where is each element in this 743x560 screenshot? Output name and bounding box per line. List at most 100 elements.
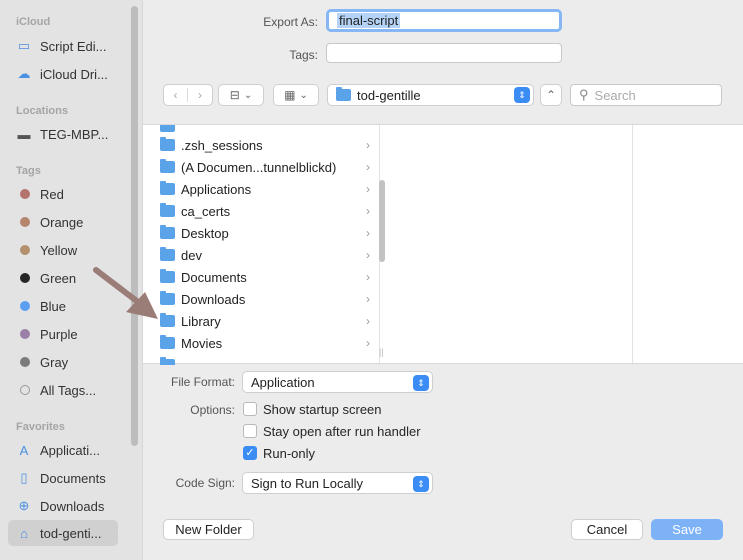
chevron-right-icon: › — [366, 182, 370, 196]
folder-icon — [160, 225, 175, 239]
export-as-field[interactable]: final-script — [326, 9, 562, 32]
chevron-right-icon: › — [366, 248, 370, 262]
list-item[interactable]: dev › — [160, 244, 370, 266]
run-only-label: Run-only — [263, 446, 316, 461]
list-item[interactable]: Documents › — [160, 266, 370, 288]
sidebar-tag-yellow[interactable]: Yellow — [16, 239, 131, 261]
code-sign-value: Sign to Run Locally — [251, 475, 364, 491]
sidebar-item-mac[interactable]: ▬ TEG-MBP... — [16, 123, 131, 145]
sidebar-tag-gray[interactable]: Gray — [16, 351, 131, 373]
folder-icon — [160, 335, 175, 349]
chevron-right-icon: › — [366, 314, 370, 328]
save-dialog: Export As: final-script Tags: ‹ › ⊟ ⌄ ▦ … — [143, 0, 743, 560]
sidebar-section-locations: Locations — [16, 105, 68, 117]
show-startup-label: Show startup screen — [263, 402, 382, 417]
tag-dot-icon — [20, 385, 30, 395]
file-name: (A Documen...tunnelblickd) — [181, 159, 337, 175]
forward-icon[interactable]: › — [188, 88, 212, 102]
sidebar-tag-all[interactable]: All Tags... — [16, 379, 131, 401]
chevron-right-icon: › — [366, 160, 370, 174]
checkmark-icon: ✓ — [245, 446, 255, 459]
chevron-down-icon: ⌄ — [243, 89, 253, 101]
preview-column — [381, 125, 633, 365]
sidebar-item-label: Downloads — [40, 498, 105, 514]
chevron-right-icon: › — [366, 292, 370, 306]
folder-icon — [160, 159, 175, 173]
expand-collapse-button[interactable]: ⌃ — [540, 84, 562, 106]
view-mode-button[interactable]: ⊟ ⌄ — [218, 84, 264, 106]
folder-icon — [160, 137, 175, 151]
group-button[interactable]: ▦ ⌄ — [273, 84, 319, 106]
tag-dot-icon — [20, 273, 30, 283]
browser-column: .zsh_sessions › (A Documen...tunnelblick… — [148, 125, 380, 365]
stepper-icon: ⇕ — [413, 375, 429, 391]
sidebar-item-label: Blue — [40, 298, 67, 314]
list-item[interactable]: Library › — [160, 310, 370, 332]
sidebar-item-label: Applicati... — [40, 442, 100, 458]
export-as-label: Export As: — [263, 15, 318, 29]
file-browser: .zsh_sessions › (A Documen...tunnelblick… — [143, 124, 743, 365]
list-item[interactable]: ca_certs › — [160, 200, 370, 222]
sidebar-item-label: Green — [40, 270, 77, 286]
run-only-checkbox[interactable]: ✓ — [243, 446, 257, 460]
code-sign-select[interactable]: Sign to Run Locally ⇕ — [242, 472, 433, 494]
folder-icon — [160, 247, 175, 261]
sidebar-item-label: tod-genti... — [40, 525, 102, 541]
save-button[interactable]: Save — [651, 519, 723, 540]
list-item[interactable] — [160, 354, 370, 365]
new-folder-button[interactable]: New Folder — [163, 519, 254, 540]
cloud-icon: ☁ — [17, 66, 31, 81]
chevron-up-icon: ⌃ — [545, 88, 557, 102]
sidebar-item-label: Gray — [40, 354, 69, 370]
sidebar-section-favorites: Favorites — [16, 421, 65, 433]
document-icon: ▯ — [20, 470, 28, 485]
location-popup[interactable]: tod-gentille ⇕ — [327, 84, 534, 106]
show-startup-checkbox[interactable] — [243, 402, 257, 416]
list-item[interactable]: Desktop › — [160, 222, 370, 244]
list-item[interactable]: Movies › — [160, 332, 370, 354]
sidebar-section-icloud: iCloud — [16, 16, 51, 28]
file-name: ca_certs — [181, 203, 231, 219]
code-sign-label: Code Sign: — [175, 476, 235, 490]
cancel-button[interactable]: Cancel — [571, 519, 643, 540]
chevron-down-icon: ⌄ — [299, 89, 308, 101]
tag-dot-icon — [20, 329, 30, 339]
sidebar-item-downloads[interactable]: ⊕ Downloads — [16, 495, 131, 517]
folder-icon — [336, 87, 351, 101]
stay-open-checkbox[interactable] — [243, 424, 257, 438]
sidebar-tag-purple[interactable]: Purple — [16, 323, 131, 345]
file-format-value: Application — [251, 374, 315, 390]
sidebar-tag-orange[interactable]: Orange — [16, 211, 131, 233]
file-name: Downloads — [181, 291, 246, 307]
sidebar-section-tags: Tags — [16, 165, 41, 177]
search-input[interactable]: ⚲ Search — [570, 84, 722, 106]
back-icon[interactable]: ‹ — [164, 88, 188, 102]
chevron-right-icon: › — [366, 226, 370, 240]
sidebar-tag-red[interactable]: Red — [16, 183, 131, 205]
search-placeholder: Search — [594, 87, 636, 103]
sidebar-item-documents[interactable]: ▯ Documents — [16, 467, 131, 489]
sidebar-item-label: Purple — [40, 326, 78, 342]
sidebar-item-label: iCloud Dri... — [40, 66, 108, 82]
list-item[interactable]: (A Documen...tunnelblickd) › — [160, 156, 370, 178]
sidebar-item-icloud-drive[interactable]: ☁ iCloud Dri... — [16, 63, 131, 85]
file-format-select[interactable]: Application ⇕ — [242, 371, 433, 393]
folder-icon — [160, 125, 175, 132]
list-item[interactable]: .zsh_sessions › — [160, 134, 370, 156]
sidebar-item-label: Script Edi... — [40, 38, 107, 54]
sidebar-item-home[interactable]: ⌂ tod-genti... — [8, 520, 118, 546]
sidebar-item-applications[interactable]: A Applicati... — [16, 439, 131, 461]
file-format-label: File Format: — [170, 375, 235, 389]
tags-field[interactable] — [326, 43, 562, 63]
file-name: Documents — [181, 269, 247, 285]
sidebar-scrollbar[interactable] — [131, 6, 138, 446]
sidebar-item-script-editor[interactable]: ▭ Script Edi... — [16, 35, 131, 57]
grid-icon: ▦ — [284, 88, 296, 102]
stepper-icon: ⇕ — [514, 87, 530, 103]
list-item[interactable]: Downloads › — [160, 288, 370, 310]
sidebar-item-label: Orange — [40, 214, 84, 230]
folder-icon — [160, 203, 175, 217]
file-name: Movies — [181, 335, 223, 351]
list-item[interactable]: Applications › — [160, 178, 370, 200]
tags-label: Tags: — [289, 48, 318, 62]
